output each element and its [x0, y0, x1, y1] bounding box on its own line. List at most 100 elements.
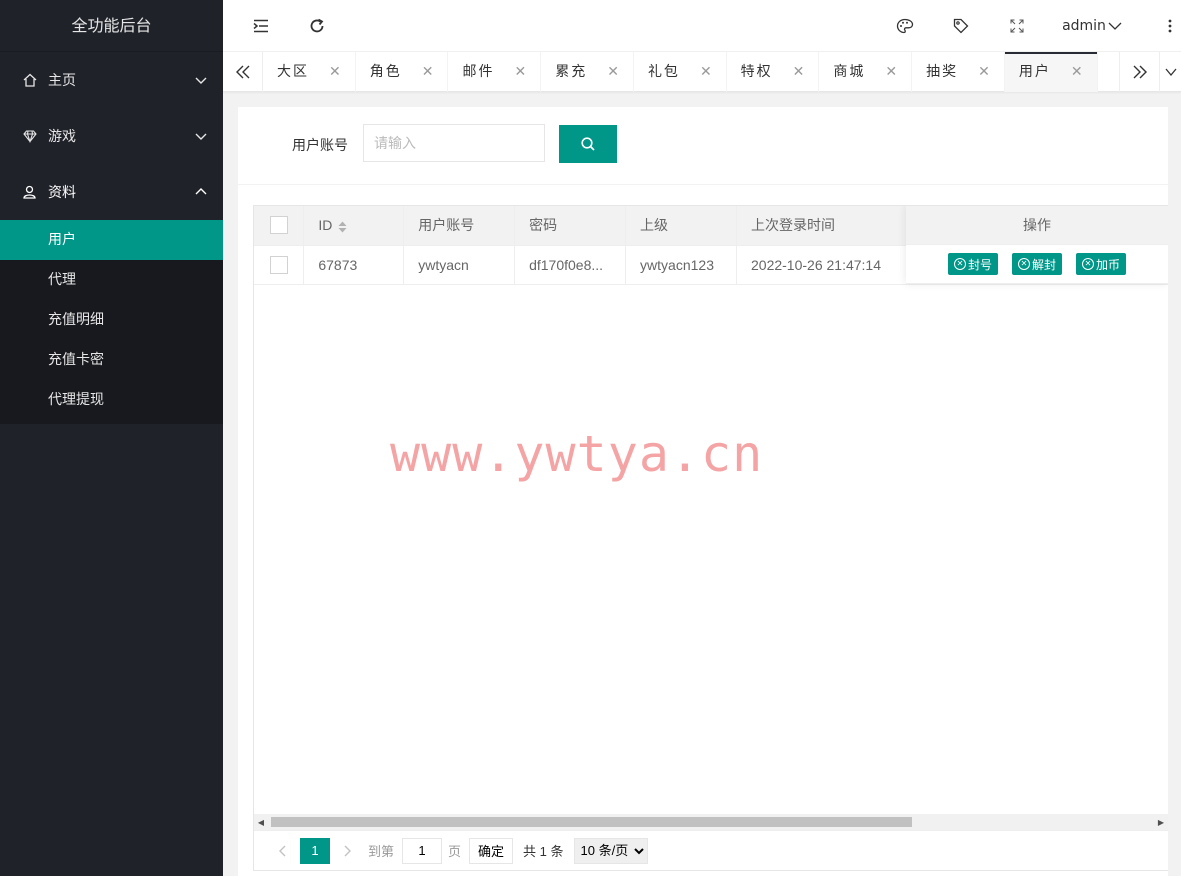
prev-page-icon[interactable]	[268, 838, 296, 864]
pagination: 1 到第 页 确定 共 1 条 10 条/页	[254, 830, 1168, 870]
sidebar-item-recharge-detail[interactable]: 充值明细	[0, 300, 223, 340]
tab-label: 累充	[555, 64, 588, 80]
col-password: 密码	[514, 206, 627, 246]
search-icon	[581, 137, 595, 151]
ban-label: 封号	[967, 257, 992, 272]
close-icon[interactable]: ✕	[607, 52, 619, 92]
unban-button[interactable]: ✕ 解封	[1011, 253, 1062, 275]
scroll-left-icon[interactable]: ◀	[254, 814, 268, 830]
goto-label: 到第	[368, 844, 395, 859]
row-select-cell	[254, 245, 305, 285]
ban-button[interactable]: ✕ 封号	[947, 253, 998, 275]
sidebar-item-agent-withdraw[interactable]: 代理提现	[0, 380, 223, 420]
sidebar-item-agents[interactable]: 代理	[0, 260, 223, 300]
sidebar-item-recharge-cards[interactable]: 充值卡密	[0, 340, 223, 380]
close-icon[interactable]: ✕	[885, 52, 897, 92]
fullscreen-icon[interactable]	[999, 0, 1035, 52]
close-icon[interactable]: ✕	[422, 52, 434, 92]
col-last-login: 上次登录时间	[736, 206, 907, 246]
close-icon[interactable]: ✕	[514, 52, 526, 92]
content-card: 用户账号 ID 用户账号 密码 上级 上次登录时间	[238, 107, 1181, 876]
add-coins-label: 加币	[1096, 257, 1121, 272]
nav-home-label: 主页	[48, 73, 76, 89]
tab-region[interactable]: 大区 ✕	[263, 52, 356, 92]
close-icon[interactable]: ✕	[700, 52, 712, 92]
fixed-ops-column: 操作 ✕ 封号 ✕ 解封 ✕ 加币	[906, 206, 1168, 284]
col-id[interactable]: ID	[303, 206, 405, 246]
cell-parent: ywtyacn123	[625, 245, 737, 285]
sidebar-item-users[interactable]: 用户	[0, 220, 223, 260]
menu-fold-icon[interactable]	[243, 0, 279, 52]
tab-mail[interactable]: 邮件 ✕	[448, 52, 542, 92]
horizontal-scrollbar[interactable]: ◀ ▶	[254, 814, 1168, 830]
account-search-input[interactable]	[363, 124, 545, 162]
nav-home[interactable]: 主页	[0, 52, 223, 108]
close-icon[interactable]: ✕	[978, 52, 990, 92]
tab-privilege[interactable]: 特权 ✕	[727, 52, 820, 92]
row-actions: ✕ 封号 ✕ 解封 ✕ 加币	[906, 245, 1168, 284]
admin-name: admin	[1062, 18, 1106, 34]
scrollbar-thumb[interactable]	[271, 817, 912, 827]
nav-game[interactable]: 游戏	[0, 108, 223, 164]
sidebar: 全功能后台 主页 游戏 资料 用户 代理 充值明细 充值卡密 代理提现	[0, 0, 223, 876]
search-button[interactable]	[559, 125, 617, 163]
tab-lottery[interactable]: 抽奖 ✕	[912, 52, 1005, 92]
nav-data-label: 资料	[48, 185, 76, 201]
goto-page-input[interactable]	[402, 837, 443, 864]
tab-bar: 大区 ✕ 角色 ✕ 邮件 ✕ 累充 ✕ 礼包 ✕ 特权 ✕ 商城 ✕ 抽奖 ✕ 用户 ✕	[223, 52, 1181, 92]
home-icon	[22, 72, 38, 88]
tab-gift[interactable]: 礼包 ✕	[634, 52, 727, 92]
goto-confirm-button[interactable]: 确定	[469, 837, 514, 864]
user-table: ID 用户账号 密码 上级 上次登录时间 67873 ywtyacn df170…	[253, 205, 1169, 871]
right-gutter	[1168, 107, 1181, 876]
close-icon[interactable]: ✕	[329, 52, 341, 92]
chevron-down-icon	[195, 77, 207, 84]
palette-icon[interactable]	[887, 0, 923, 52]
col-id-label: ID	[318, 217, 333, 234]
tab-label: 商城	[833, 64, 866, 80]
chevron-down-icon	[1108, 22, 1122, 30]
add-coins-icon: ✕	[1082, 258, 1094, 270]
page-size-select[interactable]: 10 条/页	[573, 837, 648, 864]
select-all-checkbox[interactable]	[269, 216, 288, 235]
tab-label: 特权	[740, 64, 773, 80]
tabs-menu-chevron-down-icon[interactable]	[1159, 52, 1181, 92]
page-unit-label: 页	[448, 844, 462, 859]
add-coins-button[interactable]: ✕ 加币	[1076, 253, 1127, 275]
col-ops: 操作	[906, 206, 1168, 245]
unban-label: 解封	[1031, 257, 1056, 272]
close-icon[interactable]: ✕	[1071, 52, 1083, 92]
search-form: 用户账号	[238, 107, 1181, 185]
cell-password: df170f0e8...	[514, 245, 627, 285]
tabs-scroll-left-icon[interactable]	[223, 52, 263, 92]
sort-icon[interactable]	[338, 221, 347, 233]
page-current[interactable]: 1	[300, 837, 330, 864]
cell-id: 67873	[303, 245, 405, 285]
total-count: 共 1 条	[523, 844, 564, 859]
tab-label: 用户	[1018, 64, 1051, 80]
top-header: admin	[223, 0, 1181, 52]
col-parent: 上级	[625, 206, 737, 246]
tag-icon[interactable]	[943, 0, 979, 52]
user-menu[interactable]: admin	[1057, 0, 1127, 52]
tabs-scroll-right-icon[interactable]	[1119, 52, 1159, 92]
nav-data[interactable]: 资料	[0, 164, 223, 220]
refresh-icon[interactable]	[299, 0, 335, 52]
tab-role[interactable]: 角色 ✕	[356, 52, 449, 92]
search-label: 用户账号	[292, 138, 348, 154]
chevron-down-icon	[195, 133, 207, 140]
tab-cumulative-recharge[interactable]: 累充 ✕	[541, 52, 634, 92]
tab-label: 礼包	[647, 64, 680, 80]
nav-game-label: 游戏	[48, 129, 76, 145]
chevron-up-icon	[195, 188, 207, 195]
next-page-icon[interactable]	[334, 838, 362, 864]
close-icon[interactable]: ✕	[793, 52, 805, 92]
more-icon[interactable]	[1159, 0, 1181, 52]
cell-last-login: 2022-10-26 21:47:14	[736, 245, 907, 285]
tab-users[interactable]: 用户 ✕	[1004, 52, 1098, 92]
scroll-right-icon[interactable]: ▶	[1154, 814, 1168, 830]
select-all-cell	[254, 206, 305, 246]
tab-shop[interactable]: 商城 ✕	[819, 52, 913, 92]
row-checkbox[interactable]	[269, 255, 288, 274]
tab-list: 大区 ✕ 角色 ✕ 邮件 ✕ 累充 ✕ 礼包 ✕ 特权 ✕ 商城 ✕ 抽奖 ✕ 用户 ✕	[263, 52, 1098, 92]
